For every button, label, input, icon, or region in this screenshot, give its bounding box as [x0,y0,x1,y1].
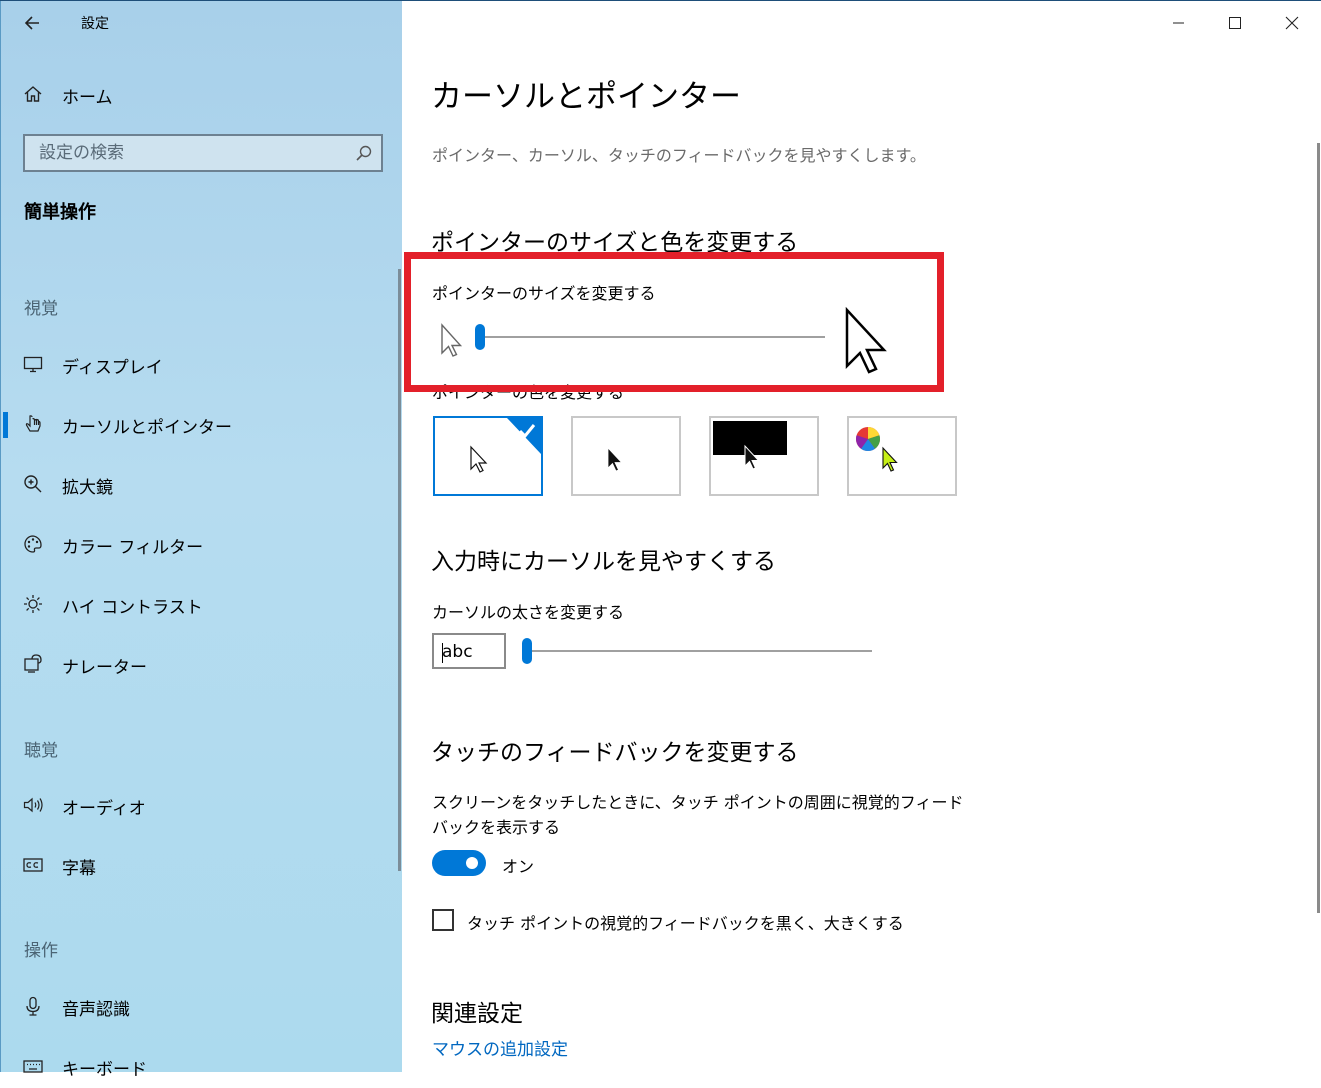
pointer-size-slider-thumb[interactable] [475,324,485,350]
keyboard-icon [23,1060,43,1073]
sidebar-item-label: カラー フィルター [62,538,204,558]
sidebar-item-label: キーボード [62,1060,147,1080]
section-heading-vision: 視覚 [24,299,58,319]
pointer-size-slider-track[interactable] [478,336,825,338]
small-pointer-icon [441,323,463,357]
cursor-thickness-slider-track[interactable] [524,650,872,652]
cursor-preview-box: abc [432,633,506,669]
sidebar-item-cursor-pointer[interactable]: カーソルとポインター [1,402,401,446]
app-title: 設定 [81,16,109,32]
toggle-state-label: オン [502,857,535,876]
cursor-thickness-slider-thumb[interactable] [522,638,532,664]
sidebar-item-narrator[interactable]: ナレーター [1,642,401,686]
cursor-caret [442,643,443,663]
sidebar-item-keyboard[interactable]: キーボード [1,1044,401,1088]
section-heading-hearing: 聴覚 [24,741,58,761]
sidebar-item-label: カーソルとポインター [62,418,232,438]
pointer-size-label: ポインターのサイズを変更する [432,284,656,303]
color-wheel-pointer-icon [856,427,898,472]
dark-feedback-checkbox[interactable] [432,909,454,931]
page-description: ポインター、カーソル、タッチのフィードバックを見やすくします。 [432,146,926,165]
black-pointer-icon [607,446,623,472]
brightness-icon [24,595,42,613]
back-button[interactable] [19,9,47,37]
sidebar-item-label: 音声認識 [62,1000,130,1020]
pointer-color-custom-option[interactable] [847,416,957,496]
large-pointer-icon [845,307,887,374]
sidebar-item-home[interactable]: ホーム [1,72,401,116]
sidebar-item-label: ナレーター [62,658,147,678]
dark-feedback-label[interactable]: タッチ ポイントの視覚的フィードバックを黒く、大きくする [467,910,904,934]
touch-feedback-toggle[interactable] [432,850,486,876]
back-arrow-icon [24,16,39,30]
pointer-hand-icon [25,415,41,432]
mouse-settings-link[interactable]: マウスの追加設定 [432,1035,568,1060]
touch-feedback-label: スクリーンをタッチしたときに、タッチ ポイントの周囲に視覚的フィードバックを表示… [432,793,964,837]
sidebar-item-color-filter[interactable]: カラー フィルター [1,522,401,566]
section-heading-interaction: 操作 [24,941,58,961]
sidebar-item-magnifier[interactable]: 拡大鏡 [1,462,401,506]
active-indicator [3,412,8,438]
sidebar: 設定 ホーム 簡単操作 視覚 ディスプレイ [0,1,402,1080]
sidebar-item-speech[interactable]: 音声認識 [1,984,401,1028]
sidebar-item-label: オーディオ [62,799,146,819]
search-box[interactable] [23,134,383,172]
main-content: カーソルとポインター ポインター、カーソル、タッチのフィードバックを見やすくしま… [402,1,1321,1072]
sidebar-scrollbar[interactable] [398,269,401,871]
sidebar-item-label: 拡大鏡 [62,478,113,498]
sidebar-item-captions[interactable]: 字幕 [1,843,401,887]
sidebar-item-display[interactable]: ディスプレイ [1,342,401,386]
search-input[interactable] [25,136,339,170]
white-pointer-icon [470,418,541,473]
sidebar-item-audio[interactable]: オーディオ [1,783,401,827]
settings-window: 設定 ホーム 簡単操作 視覚 ディスプレイ [0,0,1321,1080]
palette-icon [24,535,42,553]
toggle-knob [466,857,478,869]
sidebar-item-label: ディスプレイ [62,358,163,378]
sidebar-item-label: 字幕 [62,859,96,879]
sidebar-item-label: ホーム [62,88,113,108]
cursor-preview-text: abc [442,642,473,662]
main-scrollbar[interactable] [1317,143,1320,913]
home-icon [24,86,42,102]
inverted-pointer-icon [713,421,787,470]
speaker-icon [23,797,43,813]
pointer-color-white-option[interactable] [433,416,543,496]
sidebar-item-high-contrast[interactable]: ハイ コントラスト [1,582,401,626]
microphone-icon [26,996,40,1016]
touch-section-heading: タッチのフィードバックを変更する [431,740,799,766]
cursor-section-heading: 入力時にカーソルを見やすくする [431,549,776,575]
pointer-color-black-option[interactable] [571,416,681,496]
cc-icon [23,858,43,872]
category-title: 簡単操作 [24,202,96,223]
cursor-thickness-label: カーソルの太さを変更する [432,603,625,622]
narrator-icon [24,654,42,673]
search-icon[interactable] [355,144,373,162]
page-title: カーソルとポインター [431,79,741,115]
magnifier-icon [24,475,42,493]
monitor-icon [23,356,43,373]
related-settings-heading: 関連設定 [431,1001,523,1027]
pointer-color-inverted-option[interactable] [709,416,819,496]
sidebar-item-label: ハイ コントラスト [62,598,203,618]
